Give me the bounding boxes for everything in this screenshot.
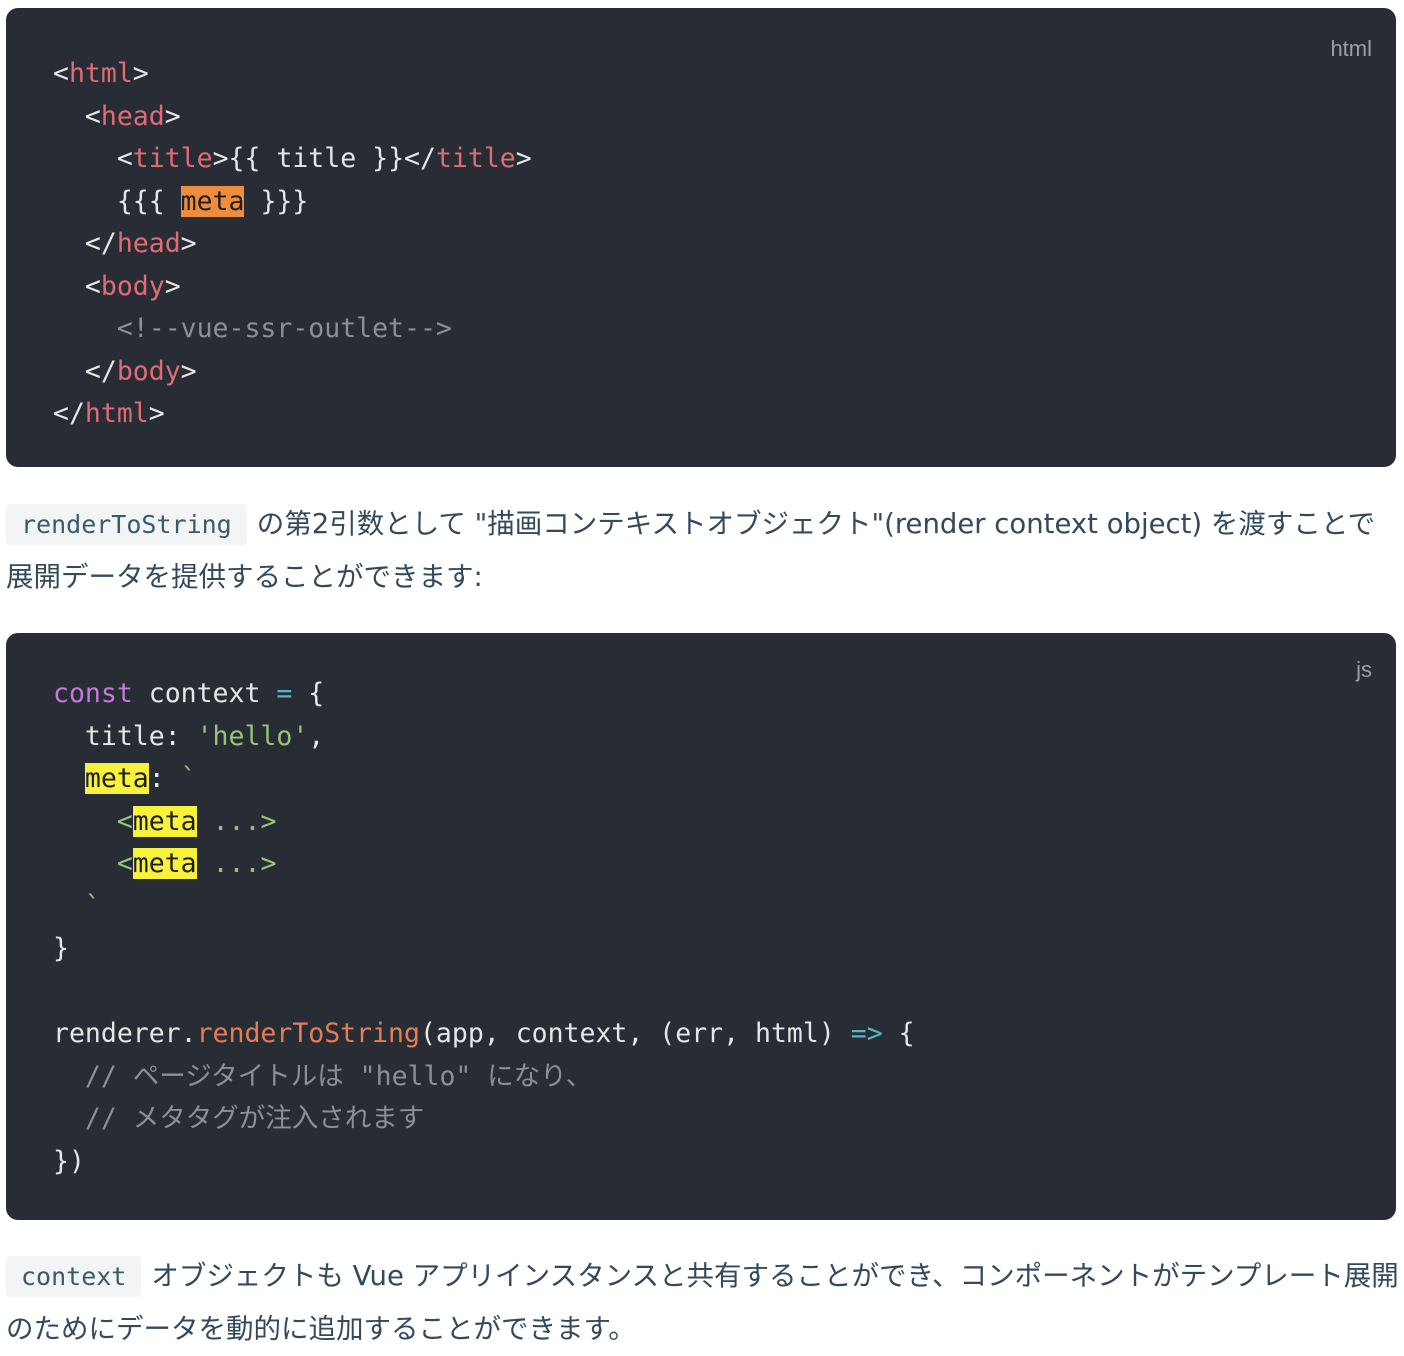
language-label: html xyxy=(1330,36,1372,61)
search-highlight: meta xyxy=(132,805,197,837)
paragraph-context-sharing: context オブジェクトも Vue アプリインスタンスと共有することができ、コ… xyxy=(6,1250,1401,1356)
paragraph-render-context: renderToString の第2引数として "描画コンテキストオブジェクト"(… xyxy=(6,498,1401,604)
search-highlight: meta xyxy=(84,763,149,794)
paragraph-text: オブジェクトも Vue アプリインスタンスと共有することができ、コンポーネントが… xyxy=(6,1260,1399,1345)
language-label: js xyxy=(1356,657,1372,682)
code-block-html: html <html> <head> <title>{{ title }}</t… xyxy=(6,8,1396,467)
code-block-js: js const context = { title: 'hello', met… xyxy=(6,633,1396,1220)
code-js: const context = { title: 'hello', meta: … xyxy=(53,678,915,1177)
inline-code: renderToString xyxy=(6,504,247,545)
inline-code: context xyxy=(6,1256,142,1297)
search-highlight: meta xyxy=(132,848,197,879)
search-highlight: meta xyxy=(180,185,245,217)
code-html: <html> <head> <title>{{ title }}</title>… xyxy=(53,58,532,429)
